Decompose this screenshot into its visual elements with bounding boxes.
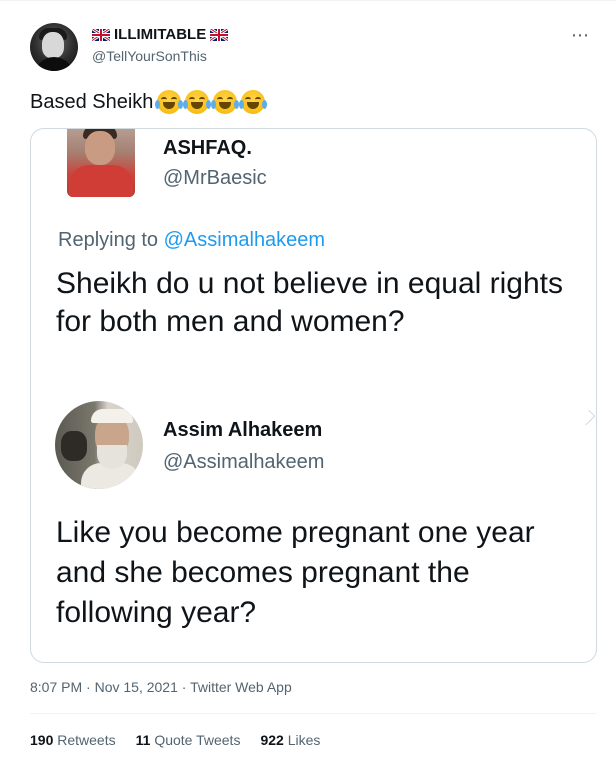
tweet-timestamp[interactable]: 8:07 PM · Nov 15, 2021 · [30,679,190,695]
retweets-label: Retweets [57,732,116,748]
joy-emoji-icon [183,90,212,114]
avatar-face [42,32,64,58]
retweets-count: 190 [30,732,54,748]
tweet-stats: 190 Retweets 11 Quote Tweets 922 Likes [30,732,320,748]
divider [30,713,596,714]
author-name-row[interactable]: ILLIMITABLE [92,26,229,43]
more-options-icon[interactable]: ⋯ [571,25,590,46]
quote-tweets-stat[interactable]: 11 Quote Tweets [136,732,241,748]
answer-author-avatar [55,401,143,489]
retweets-stat[interactable]: 190 Retweets [30,732,116,748]
replying-prefix: Replying to [58,229,164,251]
tweet-header: ILLIMITABLE @TellYourSonThis ⋯ [30,23,590,75]
likes-stat[interactable]: 922 Likes [260,732,320,748]
answer-author-handle: @Assimalhakeem [163,451,325,473]
replying-to-line: Replying to @Assimalhakeem [58,229,325,252]
question-author-avatar [67,129,135,197]
chevron-right-icon [579,409,596,426]
question-author-name: ASHFAQ. [163,137,252,159]
likes-label: Likes [287,732,321,748]
replying-mention: @Assimalhakeem [163,229,326,251]
uk-flag-icon [92,28,110,41]
uk-flag-icon [210,28,229,41]
likes-count: 922 [260,732,284,748]
avatar-shirt [34,57,74,71]
tweet-page: ILLIMITABLE @TellYourSonThis ⋯ Based She… [0,0,616,767]
tweet-text-content: Based Sheikh [30,91,154,113]
embedded-screenshot-image[interactable]: ASHFAQ. @MrBaesic Replying to @Assimalha… [30,128,597,663]
joy-emoji-icon [155,90,184,114]
author-avatar[interactable] [30,23,78,71]
tweet-source-app[interactable]: Twitter Web App [190,679,292,695]
tweet-text: Based Sheikh [30,88,268,116]
quote-tweets-label: Quote Tweets [154,732,241,748]
tweet-timestamp-line: 8:07 PM · Nov 15, 2021 · Twitter Web App [30,679,292,695]
quote-tweets-count: 11 [135,732,151,748]
joy-emoji-icon [239,90,268,114]
question-text: Sheikh do u not believe in equal rights … [56,267,564,338]
author-name: ILLIMITABLE [114,26,207,43]
joy-emoji-icon [211,90,240,114]
author-handle[interactable]: @TellYourSonThis [92,48,207,64]
answer-author-name: Assim Alhakeem [163,419,323,441]
answer-text: Like you become pregnant one year and sh… [56,516,535,629]
question-author-handle: @MrBaesic [163,167,267,189]
